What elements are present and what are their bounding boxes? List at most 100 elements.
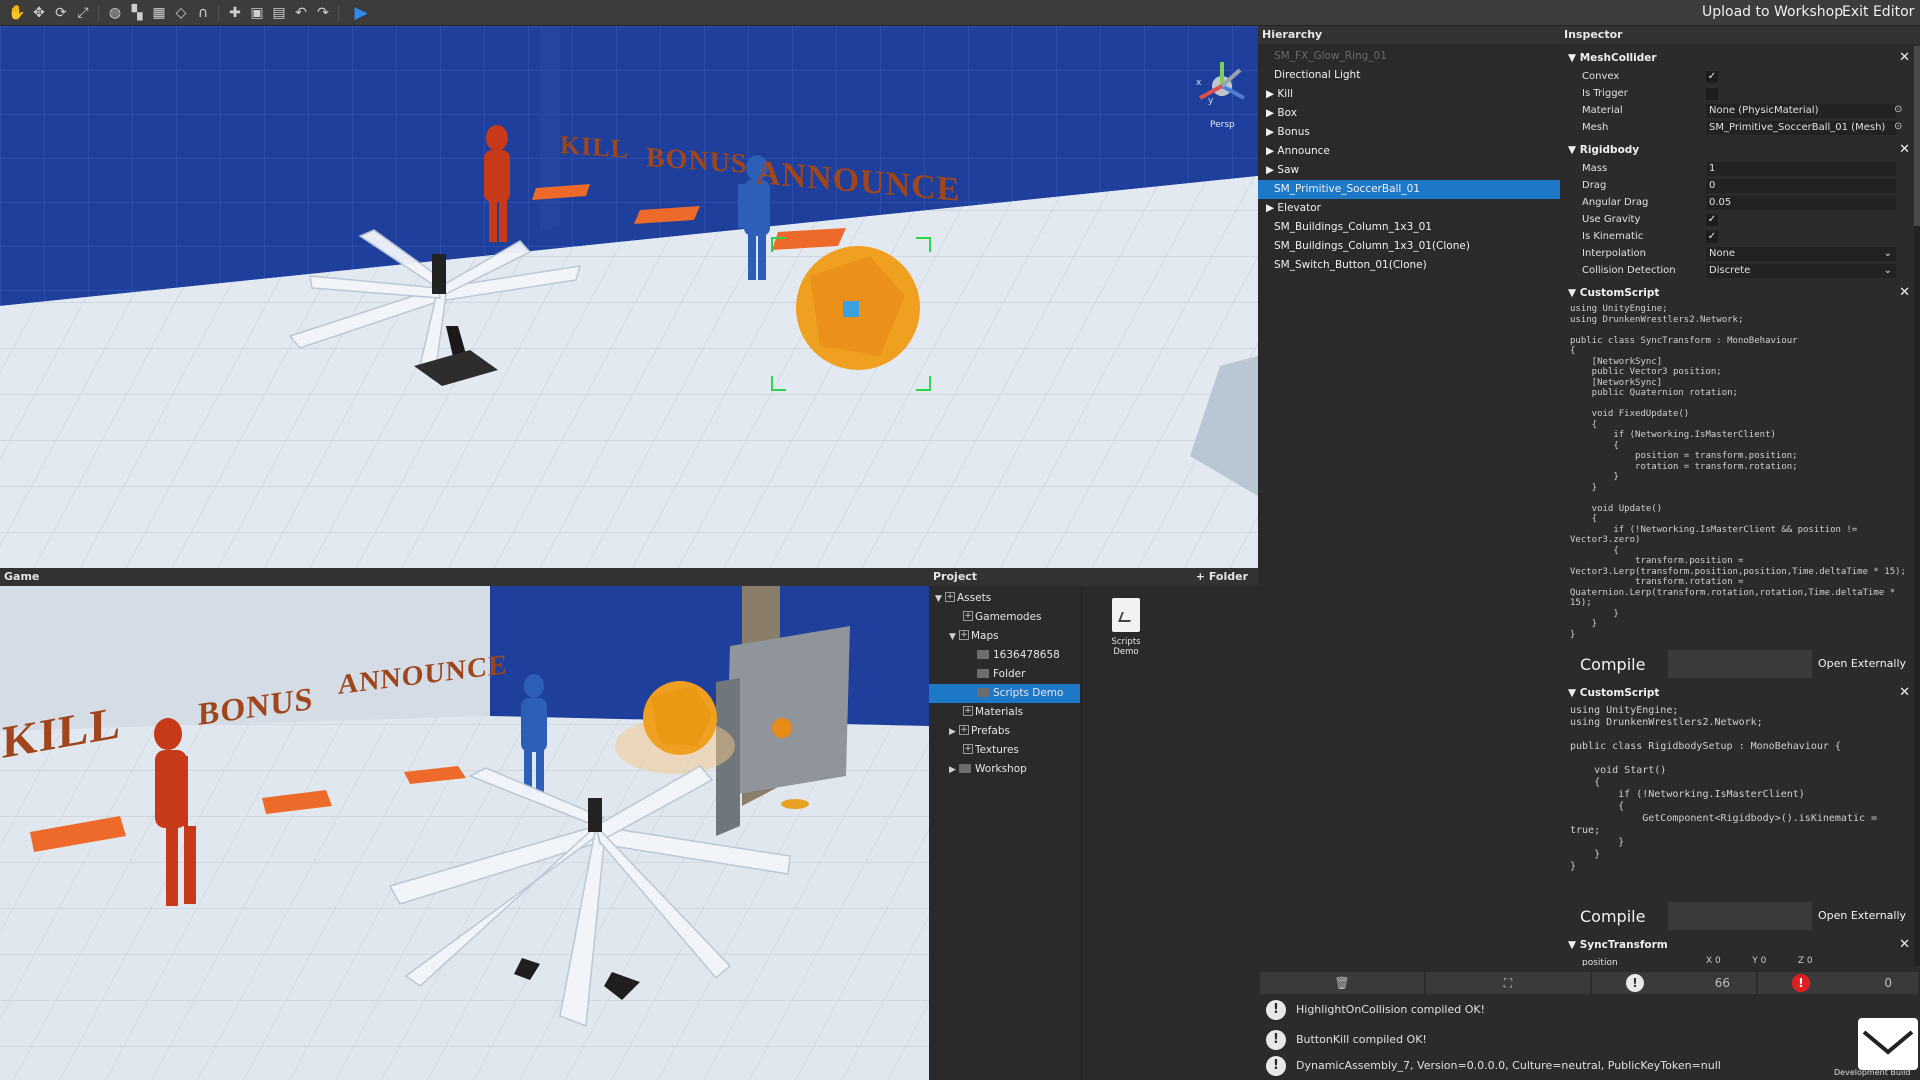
compile-button[interactable]: Compile bbox=[1568, 650, 1668, 678]
script-editor-1[interactable]: using UnityEngine; using DrunkenWrestler… bbox=[1570, 304, 1910, 668]
rigidbody-section-header[interactable]: ▼ Rigidbody ✕ bbox=[1568, 141, 1912, 159]
is-trigger-checkbox[interactable] bbox=[1706, 88, 1718, 100]
angular-drag-field[interactable]: 0.05 bbox=[1706, 196, 1896, 210]
globe-icon[interactable]: ◍ bbox=[106, 4, 124, 22]
tree-item-materials[interactable]: + Materials bbox=[929, 703, 1080, 722]
object-picker-icon[interactable]: ⊙ bbox=[1894, 121, 1902, 132]
hierarchy-item[interactable]: SM_Buildings_Column_1x3_01(Clone) bbox=[1258, 237, 1560, 256]
tree-item-prefabs[interactable]: ▶ + Prefabs bbox=[929, 722, 1080, 741]
object-picker-icon[interactable]: ⊙ bbox=[1894, 104, 1902, 115]
close-icon[interactable]: ✕ bbox=[1899, 936, 1910, 954]
tree-item-folder[interactable]: Folder bbox=[929, 665, 1080, 684]
console-message[interactable]: ! DynamicAssembly_7, Version=0.0.0.0, Cul… bbox=[1266, 1052, 1721, 1080]
tree-item-textures[interactable]: + Textures bbox=[929, 741, 1080, 760]
collapsed-arrow-icon[interactable]: ▶ bbox=[949, 723, 959, 742]
close-icon[interactable]: ✕ bbox=[1899, 284, 1910, 302]
collapsed-arrow-icon[interactable]: ▶ bbox=[1266, 145, 1277, 157]
snap-icon[interactable]: ▚ bbox=[128, 4, 146, 22]
close-icon[interactable]: ✕ bbox=[1899, 49, 1910, 67]
drag-field[interactable]: 0 bbox=[1706, 179, 1896, 193]
open-externally-button[interactable]: Open Externally bbox=[1812, 902, 1912, 930]
play-icon[interactable]: ▶ bbox=[352, 4, 370, 22]
expanded-arrow-icon[interactable]: ▼ bbox=[1568, 687, 1580, 699]
scene-view[interactable]: KILL BONUS ANNOUNCE y x Persp bbox=[0, 26, 1258, 568]
hierarchy-item[interactable]: Directional Light bbox=[1258, 66, 1560, 85]
tree-item-assets[interactable]: ▼ + Assets bbox=[929, 589, 1080, 608]
add-icon[interactable]: ✚ bbox=[226, 4, 244, 22]
errors-filter-button[interactable]: ! 0 bbox=[1758, 972, 1918, 994]
collapsed-arrow-icon[interactable]: ▶ bbox=[1266, 164, 1277, 176]
collision-detection-dropdown[interactable]: Discrete ⌄ bbox=[1706, 264, 1896, 278]
magnet-icon[interactable]: ∩ bbox=[194, 4, 212, 22]
expanded-arrow-icon[interactable]: ▼ bbox=[1568, 939, 1580, 951]
collapsed-arrow-icon[interactable]: ▶ bbox=[1266, 202, 1277, 214]
feedback-mail-button[interactable] bbox=[1858, 1018, 1918, 1070]
tree-item-1636478658[interactable]: 1636478658 bbox=[929, 646, 1080, 665]
expanded-arrow-icon[interactable]: ▼ bbox=[1568, 287, 1580, 299]
open-externally-button[interactable]: Open Externally bbox=[1812, 650, 1912, 678]
add-folder-button[interactable]: + Folder bbox=[1196, 568, 1248, 586]
redo-icon[interactable]: ↷ bbox=[314, 4, 332, 22]
mass-field[interactable]: 1 bbox=[1706, 162, 1896, 176]
grid-icon[interactable]: ▦ bbox=[150, 4, 168, 22]
collapsed-arrow-icon[interactable]: ▶ bbox=[949, 761, 959, 780]
hierarchy-item-selected[interactable]: SM_Primitive_SoccerBall_01 bbox=[1258, 180, 1560, 199]
undo-icon[interactable]: ↶ bbox=[292, 4, 310, 22]
move-icon[interactable]: ✥ bbox=[30, 4, 48, 22]
position-xyz-fields[interactable]: X 0 Y 0 Z 0 bbox=[1706, 956, 1813, 966]
hierarchy-item[interactable]: ▶ Announce bbox=[1258, 142, 1560, 161]
hand-icon[interactable]: ✋ bbox=[8, 4, 26, 22]
hierarchy-item[interactable]: ▶ Bonus bbox=[1258, 123, 1560, 142]
inspector-scrollbar[interactable] bbox=[1914, 46, 1920, 966]
hierarchy-item[interactable]: SM_Buildings_Column_1x3_01 bbox=[1258, 218, 1560, 237]
tree-item-scripts-demo[interactable]: Scripts Demo bbox=[929, 684, 1080, 703]
file-tile-scripts-demo[interactable]: Scripts Demo bbox=[1091, 598, 1161, 668]
expanded-arrow-icon[interactable]: ▼ bbox=[1568, 52, 1580, 64]
expanded-arrow-icon[interactable]: ▼ bbox=[1568, 144, 1580, 156]
customscript-1-section-header[interactable]: ▼ CustomScript ✕ bbox=[1568, 284, 1912, 302]
pivot-icon[interactable]: ◇ bbox=[172, 4, 190, 22]
material-field[interactable]: None (PhysicMaterial) bbox=[1706, 104, 1896, 118]
hierarchy-item[interactable]: ▶ Elevator bbox=[1258, 199, 1560, 218]
hierarchy-item[interactable]: SM_Switch_Button_01(Clone) bbox=[1258, 256, 1560, 275]
save-as-icon[interactable]: ▤ bbox=[270, 4, 288, 22]
hierarchy-item[interactable]: ▶ Kill bbox=[1258, 85, 1560, 104]
save-icon[interactable]: ▣ bbox=[248, 4, 266, 22]
is-kinematic-checkbox[interactable]: ✓ bbox=[1706, 231, 1718, 243]
close-icon[interactable]: ✕ bbox=[1899, 684, 1910, 702]
synctransform-section-header[interactable]: ▼ SyncTransform ✕ bbox=[1568, 936, 1912, 954]
clear-console-button[interactable]: 🗑 bbox=[1260, 972, 1424, 994]
exit-editor-button[interactable]: Exit Editor bbox=[1842, 4, 1914, 20]
perspective-label[interactable]: Persp bbox=[1210, 120, 1235, 130]
upload-to-workshop-button[interactable]: Upload to Workshop bbox=[1702, 4, 1843, 20]
rotate-icon[interactable]: ⟳ bbox=[52, 4, 70, 22]
tree-item-maps[interactable]: ▼ + Maps bbox=[929, 627, 1080, 646]
hierarchy-item[interactable]: SM_FX_Glow_Ring_01 bbox=[1258, 47, 1560, 66]
tree-item-gamemodes[interactable]: + Gamemodes bbox=[929, 608, 1080, 627]
customscript-2-section-header[interactable]: ▼ CustomScript ✕ bbox=[1568, 684, 1912, 702]
scale-icon[interactable]: ⤢ bbox=[74, 4, 92, 22]
expanded-arrow-icon[interactable]: ▼ bbox=[949, 628, 959, 647]
expanded-arrow-icon[interactable]: ▼ bbox=[935, 590, 945, 609]
script-2-button-bar: Compile Open Externally bbox=[1568, 902, 1912, 930]
hierarchy-item[interactable]: ▶ Box bbox=[1258, 104, 1560, 123]
interpolation-dropdown[interactable]: None ⌄ bbox=[1706, 247, 1896, 261]
hierarchy-item[interactable]: ▶ Saw bbox=[1258, 161, 1560, 180]
collapsed-arrow-icon[interactable]: ▶ bbox=[1266, 88, 1277, 100]
compile-button[interactable]: Compile bbox=[1568, 902, 1668, 930]
console-message[interactable]: ! HighlightOnCollision compiled OK! bbox=[1266, 996, 1485, 1024]
collapse-button[interactable]: ⛶ bbox=[1426, 972, 1590, 994]
script-editor-2[interactable]: using UnityEngine; using DrunkenWrestler… bbox=[1570, 705, 1910, 905]
tree-item-workshop[interactable]: ▶ Workshop bbox=[929, 760, 1080, 779]
use-gravity-checkbox[interactable]: ✓ bbox=[1706, 214, 1718, 226]
warnings-filter-button[interactable]: ! 66 bbox=[1592, 972, 1756, 994]
mesh-field[interactable]: SM_Primitive_SoccerBall_01 (Mesh) bbox=[1706, 121, 1896, 135]
console-message[interactable]: ! ButtonKill compiled OK! bbox=[1266, 1026, 1427, 1054]
meshcollider-section-header[interactable]: ▼ MeshCollider ✕ bbox=[1568, 49, 1912, 67]
folder-plus-icon: + bbox=[963, 706, 973, 716]
collapsed-arrow-icon[interactable]: ▶ bbox=[1266, 107, 1277, 119]
collapsed-arrow-icon[interactable]: ▶ bbox=[1266, 126, 1277, 138]
convex-checkbox[interactable]: ✓ bbox=[1706, 71, 1718, 83]
close-icon[interactable]: ✕ bbox=[1899, 141, 1910, 159]
game-view[interactable]: KILL BONUS ANNOUNCE bbox=[0, 586, 929, 1080]
